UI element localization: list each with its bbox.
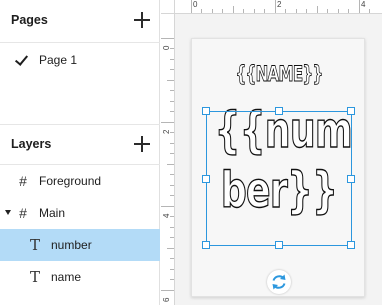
ruler-label: 2 [277, 0, 282, 9]
resize-handle-top-right[interactable] [347, 107, 355, 115]
layer-item-label: Foreground [39, 174, 102, 188]
resize-handle-bottom-right[interactable] [347, 241, 355, 249]
pages-divider [0, 42, 160, 43]
pages-header: Pages [0, 0, 160, 40]
ruler-label: 4 [361, 0, 366, 9]
frame-icon: # [19, 173, 27, 189]
layer-item-label: number [51, 238, 92, 252]
canvas-area[interactable]: 0 2 4 0 2 4 6 {{NAME}} {{num ber}} [161, 0, 382, 305]
layers-header: Layers [0, 124, 160, 164]
resize-handle-right[interactable] [347, 175, 355, 183]
pages-title: Pages [11, 13, 48, 27]
layers-title: Layers [11, 137, 52, 151]
layer-item-foreground[interactable]: # Foreground [0, 165, 160, 197]
resize-handle-left[interactable] [202, 175, 210, 183]
add-layer-plus-icon[interactable] [134, 136, 150, 152]
layer-item-name[interactable]: T name [0, 261, 160, 293]
resize-handle-bottom-left[interactable] [202, 241, 210, 249]
ruler-label: 6 [162, 297, 171, 302]
layer-item-label: Main [39, 206, 66, 220]
frame-icon: # [19, 205, 27, 221]
text-layer-icon: T [29, 236, 40, 254]
selection-box[interactable] [202, 107, 355, 249]
layer-item-main[interactable]: # Main [0, 197, 160, 229]
rotate-icon[interactable] [267, 270, 291, 294]
horizontal-ruler: 0 2 4 [175, 0, 382, 14]
layer-item-label: name [51, 270, 82, 284]
resize-handle-top-left[interactable] [202, 107, 210, 115]
ruler-label: 0 [193, 0, 198, 9]
layer-item-number[interactable]: T number [0, 229, 160, 261]
left-panel: Pages Page 1 Layers # Foreground # Main … [0, 0, 160, 305]
resize-handle-bottom[interactable] [275, 241, 283, 249]
name-text-element[interactable]: {{NAME}} [216, 62, 341, 87]
caret-down-icon[interactable] [5, 210, 11, 215]
text-layer-icon: T [29, 268, 40, 286]
vertical-ruler: 0 2 4 6 [161, 14, 175, 305]
ruler-corner [161, 0, 175, 14]
resize-handle-top[interactable] [275, 107, 283, 115]
page-item-page-1[interactable]: Page 1 [0, 44, 160, 76]
page-item-label: Page 1 [39, 53, 78, 67]
check-icon [14, 52, 30, 68]
add-page-plus-icon[interactable] [134, 12, 150, 28]
